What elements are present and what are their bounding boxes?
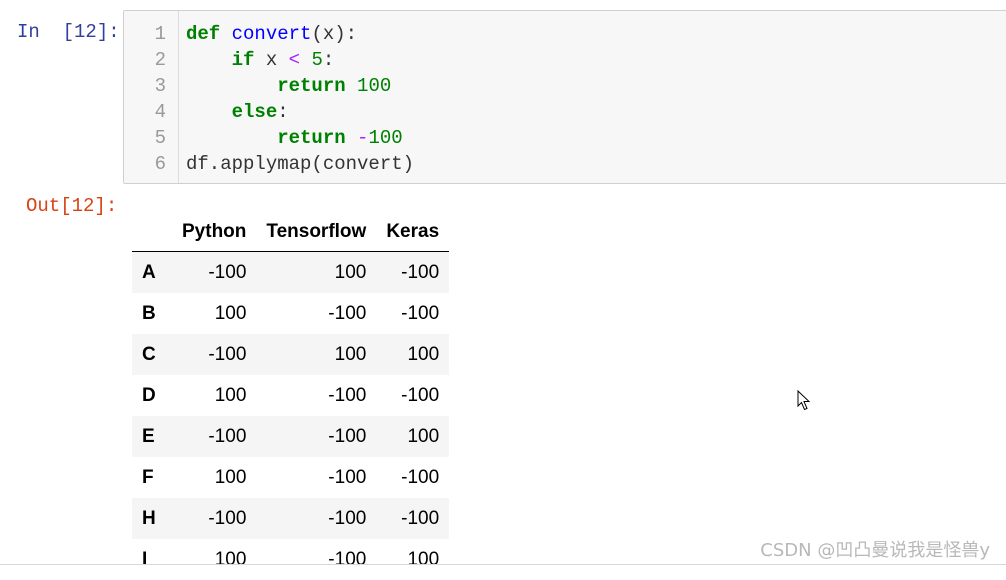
table-row: C -100 100 100 bbox=[132, 334, 450, 375]
table-cell: -100 bbox=[328, 384, 367, 406]
table-cell: 100 bbox=[214, 548, 247, 570]
code-line[interactable]: df.applymap(convert) bbox=[186, 151, 414, 177]
code-token: df.applymap(convert) bbox=[186, 153, 415, 175]
line-number: 4 bbox=[154, 101, 166, 123]
row-index: H bbox=[142, 507, 156, 529]
code-token: : bbox=[322, 49, 335, 71]
line-number: 5 bbox=[154, 127, 166, 149]
table-cell: 100 bbox=[407, 548, 440, 570]
table-cell: -100 bbox=[208, 261, 247, 283]
code-token: < bbox=[288, 49, 301, 71]
table-cell: 100 bbox=[214, 466, 247, 488]
code-line[interactable]: return -100 bbox=[186, 125, 403, 151]
code-line[interactable]: def convert(x): bbox=[186, 21, 357, 47]
line-number: 6 bbox=[154, 153, 166, 175]
table-cell: -100 bbox=[401, 507, 440, 529]
table-cell: -100 bbox=[328, 507, 367, 529]
table-row: F 100 -100 -100 bbox=[132, 457, 449, 498]
line-number: 2 bbox=[154, 49, 166, 71]
row-index: B bbox=[142, 302, 156, 324]
column-header-tensorflow: Tensorflow bbox=[256, 213, 377, 252]
dataframe-output: Python Tensorflow Keras A -100 100 -100 B 100… bbox=[132, 213, 450, 580]
mouse-pointer-icon bbox=[797, 390, 811, 411]
code-cell-input[interactable]: 1 2 3 4 5 6 def convert(x): if x < 5: return … bbox=[123, 10, 1006, 184]
code-token: 100 bbox=[368, 127, 403, 149]
table-cell: -100 bbox=[401, 261, 440, 283]
divider bbox=[0, 564, 1006, 565]
table-row: D 100 -100 -100 bbox=[132, 375, 449, 416]
table-cell: -100 bbox=[208, 425, 247, 447]
code-token: x bbox=[254, 49, 289, 71]
code-token: (x): bbox=[311, 23, 358, 45]
code-token: def bbox=[186, 23, 221, 45]
watermark: CSDN @凹凸曼说我是怪兽y bbox=[760, 540, 990, 561]
table-row: E -100 -100 100 bbox=[132, 416, 450, 457]
table-cell: 100 bbox=[334, 261, 367, 283]
line-number: 3 bbox=[154, 75, 166, 97]
code-token: : bbox=[277, 101, 289, 123]
code-token: 5 bbox=[311, 49, 323, 71]
code-token: 100 bbox=[357, 75, 392, 97]
code-line[interactable]: if x < 5: bbox=[186, 47, 335, 73]
code-token: return bbox=[277, 127, 346, 149]
table-cell: 100 bbox=[214, 384, 247, 406]
code-line[interactable]: return 100 bbox=[186, 73, 391, 99]
code-token: convert bbox=[231, 23, 312, 45]
table-cell: -100 bbox=[328, 302, 367, 324]
table-cell: -100 bbox=[401, 302, 440, 324]
row-index: I bbox=[142, 548, 148, 570]
table-cell: -100 bbox=[208, 343, 247, 365]
row-index: D bbox=[142, 384, 156, 406]
table-cell: -100 bbox=[208, 507, 247, 529]
table-cell: -100 bbox=[401, 384, 440, 406]
row-index: E bbox=[142, 425, 155, 447]
code-token: if bbox=[231, 49, 255, 71]
column-header-python: Python bbox=[172, 213, 257, 252]
table-cell: -100 bbox=[328, 466, 367, 488]
table-cell: 100 bbox=[334, 343, 367, 365]
line-number-gutter: 1 2 3 4 5 6 bbox=[124, 11, 179, 183]
code-token: return bbox=[277, 75, 346, 97]
input-prompt: In [12]: bbox=[17, 21, 120, 43]
code-line[interactable]: else: bbox=[186, 99, 289, 125]
table-row: H -100 -100 -100 bbox=[132, 498, 450, 539]
table-cell: -100 bbox=[328, 548, 367, 570]
index-header bbox=[132, 213, 172, 252]
output-prompt: Out[12]: bbox=[26, 195, 118, 217]
line-number: 1 bbox=[154, 23, 166, 45]
table-row: B 100 -100 -100 bbox=[132, 293, 449, 334]
row-index: C bbox=[142, 343, 156, 365]
table-cell: 100 bbox=[407, 425, 440, 447]
table-row: I 100 -100 100 bbox=[132, 539, 449, 580]
table-cell: 100 bbox=[407, 343, 440, 365]
row-index: A bbox=[142, 261, 156, 283]
table-row: A -100 100 -100 bbox=[132, 251, 450, 293]
code-token: else bbox=[231, 101, 278, 123]
table-cell: -100 bbox=[328, 425, 367, 447]
column-header-keras: Keras bbox=[376, 213, 450, 252]
table-header-row: Python Tensorflow Keras bbox=[132, 213, 450, 252]
table-cell: 100 bbox=[214, 302, 247, 324]
table-cell: -100 bbox=[401, 466, 440, 488]
row-index: F bbox=[142, 466, 154, 488]
code-token: - bbox=[357, 127, 369, 149]
